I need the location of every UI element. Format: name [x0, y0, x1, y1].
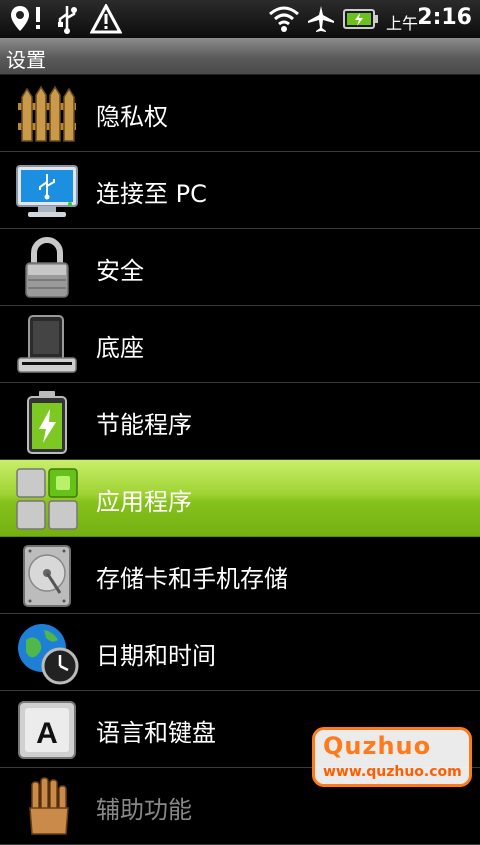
- battery-charging-icon: [343, 8, 379, 34]
- settings-item-privacy[interactable]: 隐私权: [0, 75, 480, 152]
- settings-item-label: 辅助功能: [96, 796, 192, 824]
- settings-item-storage[interactable]: 存储卡和手机存储: [0, 537, 480, 614]
- settings-item-label: 连接至 PC: [96, 180, 207, 208]
- settings-item-label: 日期和时间: [96, 642, 216, 670]
- airplane-icon: [306, 4, 336, 38]
- settings-item-label: 底座: [96, 334, 144, 362]
- battery-saver-icon: [14, 389, 80, 455]
- settings-item-security[interactable]: 安全: [0, 229, 480, 306]
- status-bar: 上午 2:16: [0, 0, 480, 38]
- keyboard-key-icon: A: [14, 697, 80, 763]
- padlock-icon: [14, 235, 80, 301]
- location-alert-icon: [8, 4, 48, 38]
- watermark: Quzhuo www.quzhuo.com: [312, 727, 472, 787]
- monitor-usb-icon: [14, 158, 80, 224]
- status-ampm: 上午: [385, 14, 418, 33]
- settings-item-applications[interactable]: 应用程序: [0, 460, 480, 537]
- settings-item-connect-pc[interactable]: 连接至 PC: [0, 152, 480, 229]
- settings-item-label: 隐私权: [96, 103, 168, 131]
- settings-item-label: 安全: [96, 257, 144, 285]
- settings-item-date-time[interactable]: 日期和时间: [0, 614, 480, 691]
- settings-item-dock[interactable]: 底座: [0, 306, 480, 383]
- settings-item-label: 语言和键盘: [96, 719, 216, 747]
- settings-item-label: 应用程序: [96, 488, 192, 516]
- applications-grid-icon: [14, 466, 80, 532]
- warning-icon: [89, 2, 123, 38]
- globe-clock-icon: [14, 620, 80, 686]
- hard-drive-icon: [14, 543, 80, 609]
- settings-item-label: 节能程序: [96, 411, 192, 439]
- status-time: 2:16: [417, 5, 472, 30]
- usb-icon: [54, 4, 80, 38]
- svg-text:A: A: [36, 717, 58, 750]
- settings-item-power-saver[interactable]: 节能程序: [0, 383, 480, 460]
- watermark-brand: Quzhuo: [323, 732, 432, 760]
- settings-item-label: 存储卡和手机存储: [96, 565, 288, 593]
- hand-icon: [14, 774, 80, 840]
- dock-icon: [14, 312, 80, 378]
- page-title: 设置: [6, 48, 46, 72]
- watermark-url: www.quzhuo.com: [323, 764, 462, 780]
- title-bar: 设置: [0, 38, 480, 75]
- fence-icon: [14, 81, 80, 147]
- wifi-icon: [268, 4, 300, 38]
